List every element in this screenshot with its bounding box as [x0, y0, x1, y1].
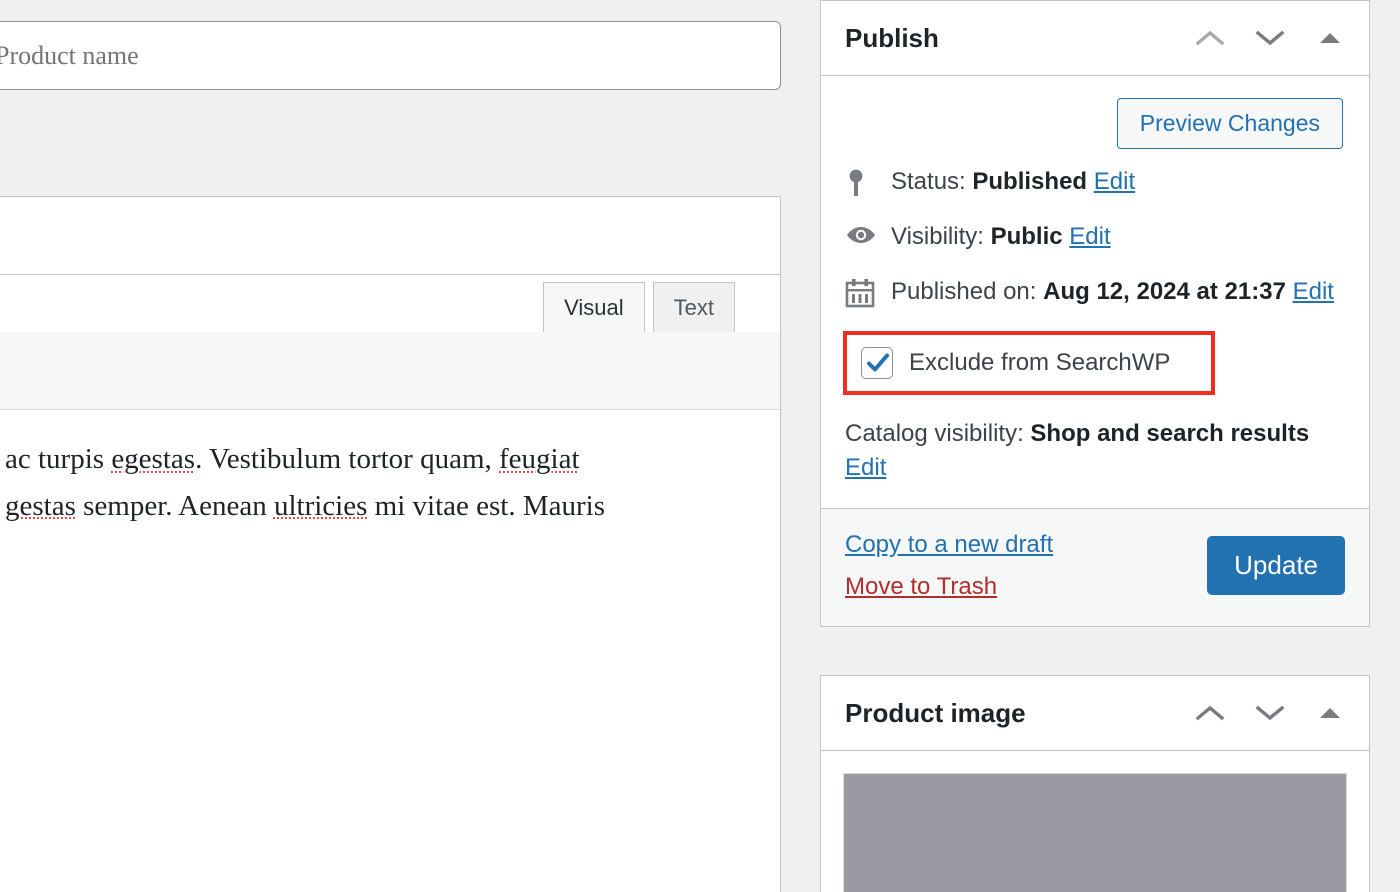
- published-on-edit-link[interactable]: Edit: [1293, 278, 1334, 305]
- publish-header-actions: [1189, 17, 1351, 59]
- product-title-field[interactable]: [0, 21, 781, 90]
- copy-to-new-draft-link[interactable]: Copy to a new draft: [845, 531, 1053, 559]
- tab-visual[interactable]: Visual: [543, 282, 645, 332]
- visibility-value: Public: [991, 223, 1063, 250]
- product-image-postbox: Product image: [820, 675, 1370, 892]
- publish-postbox-header: Publish: [821, 1, 1369, 76]
- editor-content-area[interactable]: ac turpis egestas. Vestibulum tortor qua…: [0, 410, 780, 530]
- misspelled-word-feugiat: feugiat: [499, 443, 580, 475]
- status-edit-link[interactable]: Edit: [1094, 168, 1135, 195]
- editor-paragraph-line: ac turpis egestas. Vestibulum tortor qua…: [5, 436, 756, 483]
- move-to-trash-link[interactable]: Move to Trash: [845, 573, 1053, 601]
- visibility-label: Visibility:: [891, 223, 984, 250]
- body-text-2d: mi vitae est. Mauris: [367, 490, 605, 522]
- catalog-visibility-label: Catalog visibility:: [845, 420, 1024, 447]
- triangle-up-icon[interactable]: [1309, 17, 1351, 59]
- catalog-visibility-edit-link[interactable]: Edit: [845, 454, 886, 481]
- product-title-input[interactable]: [0, 22, 780, 89]
- status-label: Status:: [891, 168, 966, 195]
- misspelled-word-egestas: egestas: [111, 443, 195, 475]
- published-on-label: Published on:: [891, 278, 1036, 305]
- body-text-1c: . Vestibulum tortor quam,: [195, 443, 499, 475]
- editor-paragraph-line: gestas semper. Aenean ultricies mi vitae…: [5, 483, 756, 530]
- wordpress-product-editor-screen: Visual Text ac turpis egestas. Vestibulu…: [0, 0, 1400, 892]
- preview-changes-button[interactable]: Preview Changes: [1117, 98, 1343, 149]
- product-description-panel: Visual Text ac turpis egestas. Vestibulu…: [0, 196, 781, 892]
- exclude-from-searchwp-label[interactable]: Exclude from SearchWP: [909, 349, 1170, 377]
- product-image-header-actions: [1189, 692, 1351, 734]
- misspelled-word-ultricies: ultricies: [274, 490, 367, 522]
- status-value: Published: [972, 168, 1087, 195]
- status-row: Status: Published Edit: [845, 165, 1345, 220]
- published-on-value: Aug 12, 2024 at 21:37: [1043, 278, 1286, 305]
- update-button[interactable]: Update: [1207, 536, 1345, 595]
- misspelled-word-gestas: gestas: [5, 490, 76, 522]
- publish-panel-footer: Copy to a new draft Move to Trash Update: [821, 508, 1369, 626]
- chevron-up-icon[interactable]: [1189, 17, 1231, 59]
- pin-icon: [845, 165, 891, 198]
- editor-panel-header: [0, 197, 780, 275]
- publish-panel-body: Preview Changes Status: Published Edit: [821, 76, 1369, 508]
- exclude-from-searchwp-highlight: Exclude from SearchWP: [843, 331, 1215, 395]
- visibility-edit-link[interactable]: Edit: [1069, 223, 1110, 250]
- tab-text[interactable]: Text: [653, 282, 735, 332]
- published-on-row: Published on: Aug 12, 2024 at 21:37 Edit: [845, 275, 1345, 330]
- chevron-up-icon[interactable]: [1189, 692, 1231, 734]
- preview-changes-row: Preview Changes: [845, 76, 1345, 165]
- eye-icon: [845, 220, 891, 247]
- publish-postbox: Publish: [820, 0, 1370, 627]
- product-image-thumbnail[interactable]: [843, 773, 1347, 892]
- publish-panel-title: Publish: [845, 23, 939, 54]
- body-text-1a: ac turpis: [5, 443, 111, 475]
- status-text: Status: Published Edit: [891, 165, 1345, 199]
- editor-mode-tabs: Visual Text: [543, 282, 735, 332]
- catalog-visibility-value: Shop and search results: [1030, 420, 1309, 447]
- exclude-from-searchwp-checkbox[interactable]: [861, 347, 893, 379]
- calendar-icon: [845, 275, 891, 308]
- triangle-up-icon[interactable]: [1309, 692, 1351, 734]
- editor-column: Visual Text ac turpis egestas. Vestibulu…: [0, 0, 781, 892]
- product-image-body: [821, 751, 1369, 892]
- visibility-text: Visibility: Public Edit: [891, 220, 1345, 254]
- catalog-visibility-row: Catalog visibility: Shop and search resu…: [845, 403, 1345, 509]
- product-image-panel-title: Product image: [845, 698, 1026, 729]
- publish-footer-links: Copy to a new draft Move to Trash: [845, 531, 1053, 601]
- editor-sidebar: Publish: [820, 0, 1370, 892]
- body-text-2b: semper. Aenean: [76, 490, 274, 522]
- published-on-text: Published on: Aug 12, 2024 at 21:37 Edit: [891, 275, 1345, 309]
- editor-formatting-toolbar[interactable]: [0, 332, 780, 410]
- chevron-down-icon[interactable]: [1249, 17, 1291, 59]
- chevron-down-icon[interactable]: [1249, 692, 1291, 734]
- visibility-row: Visibility: Public Edit: [845, 220, 1345, 275]
- editor-tab-row: Visual Text: [0, 275, 780, 332]
- product-image-postbox-header: Product image: [821, 676, 1369, 751]
